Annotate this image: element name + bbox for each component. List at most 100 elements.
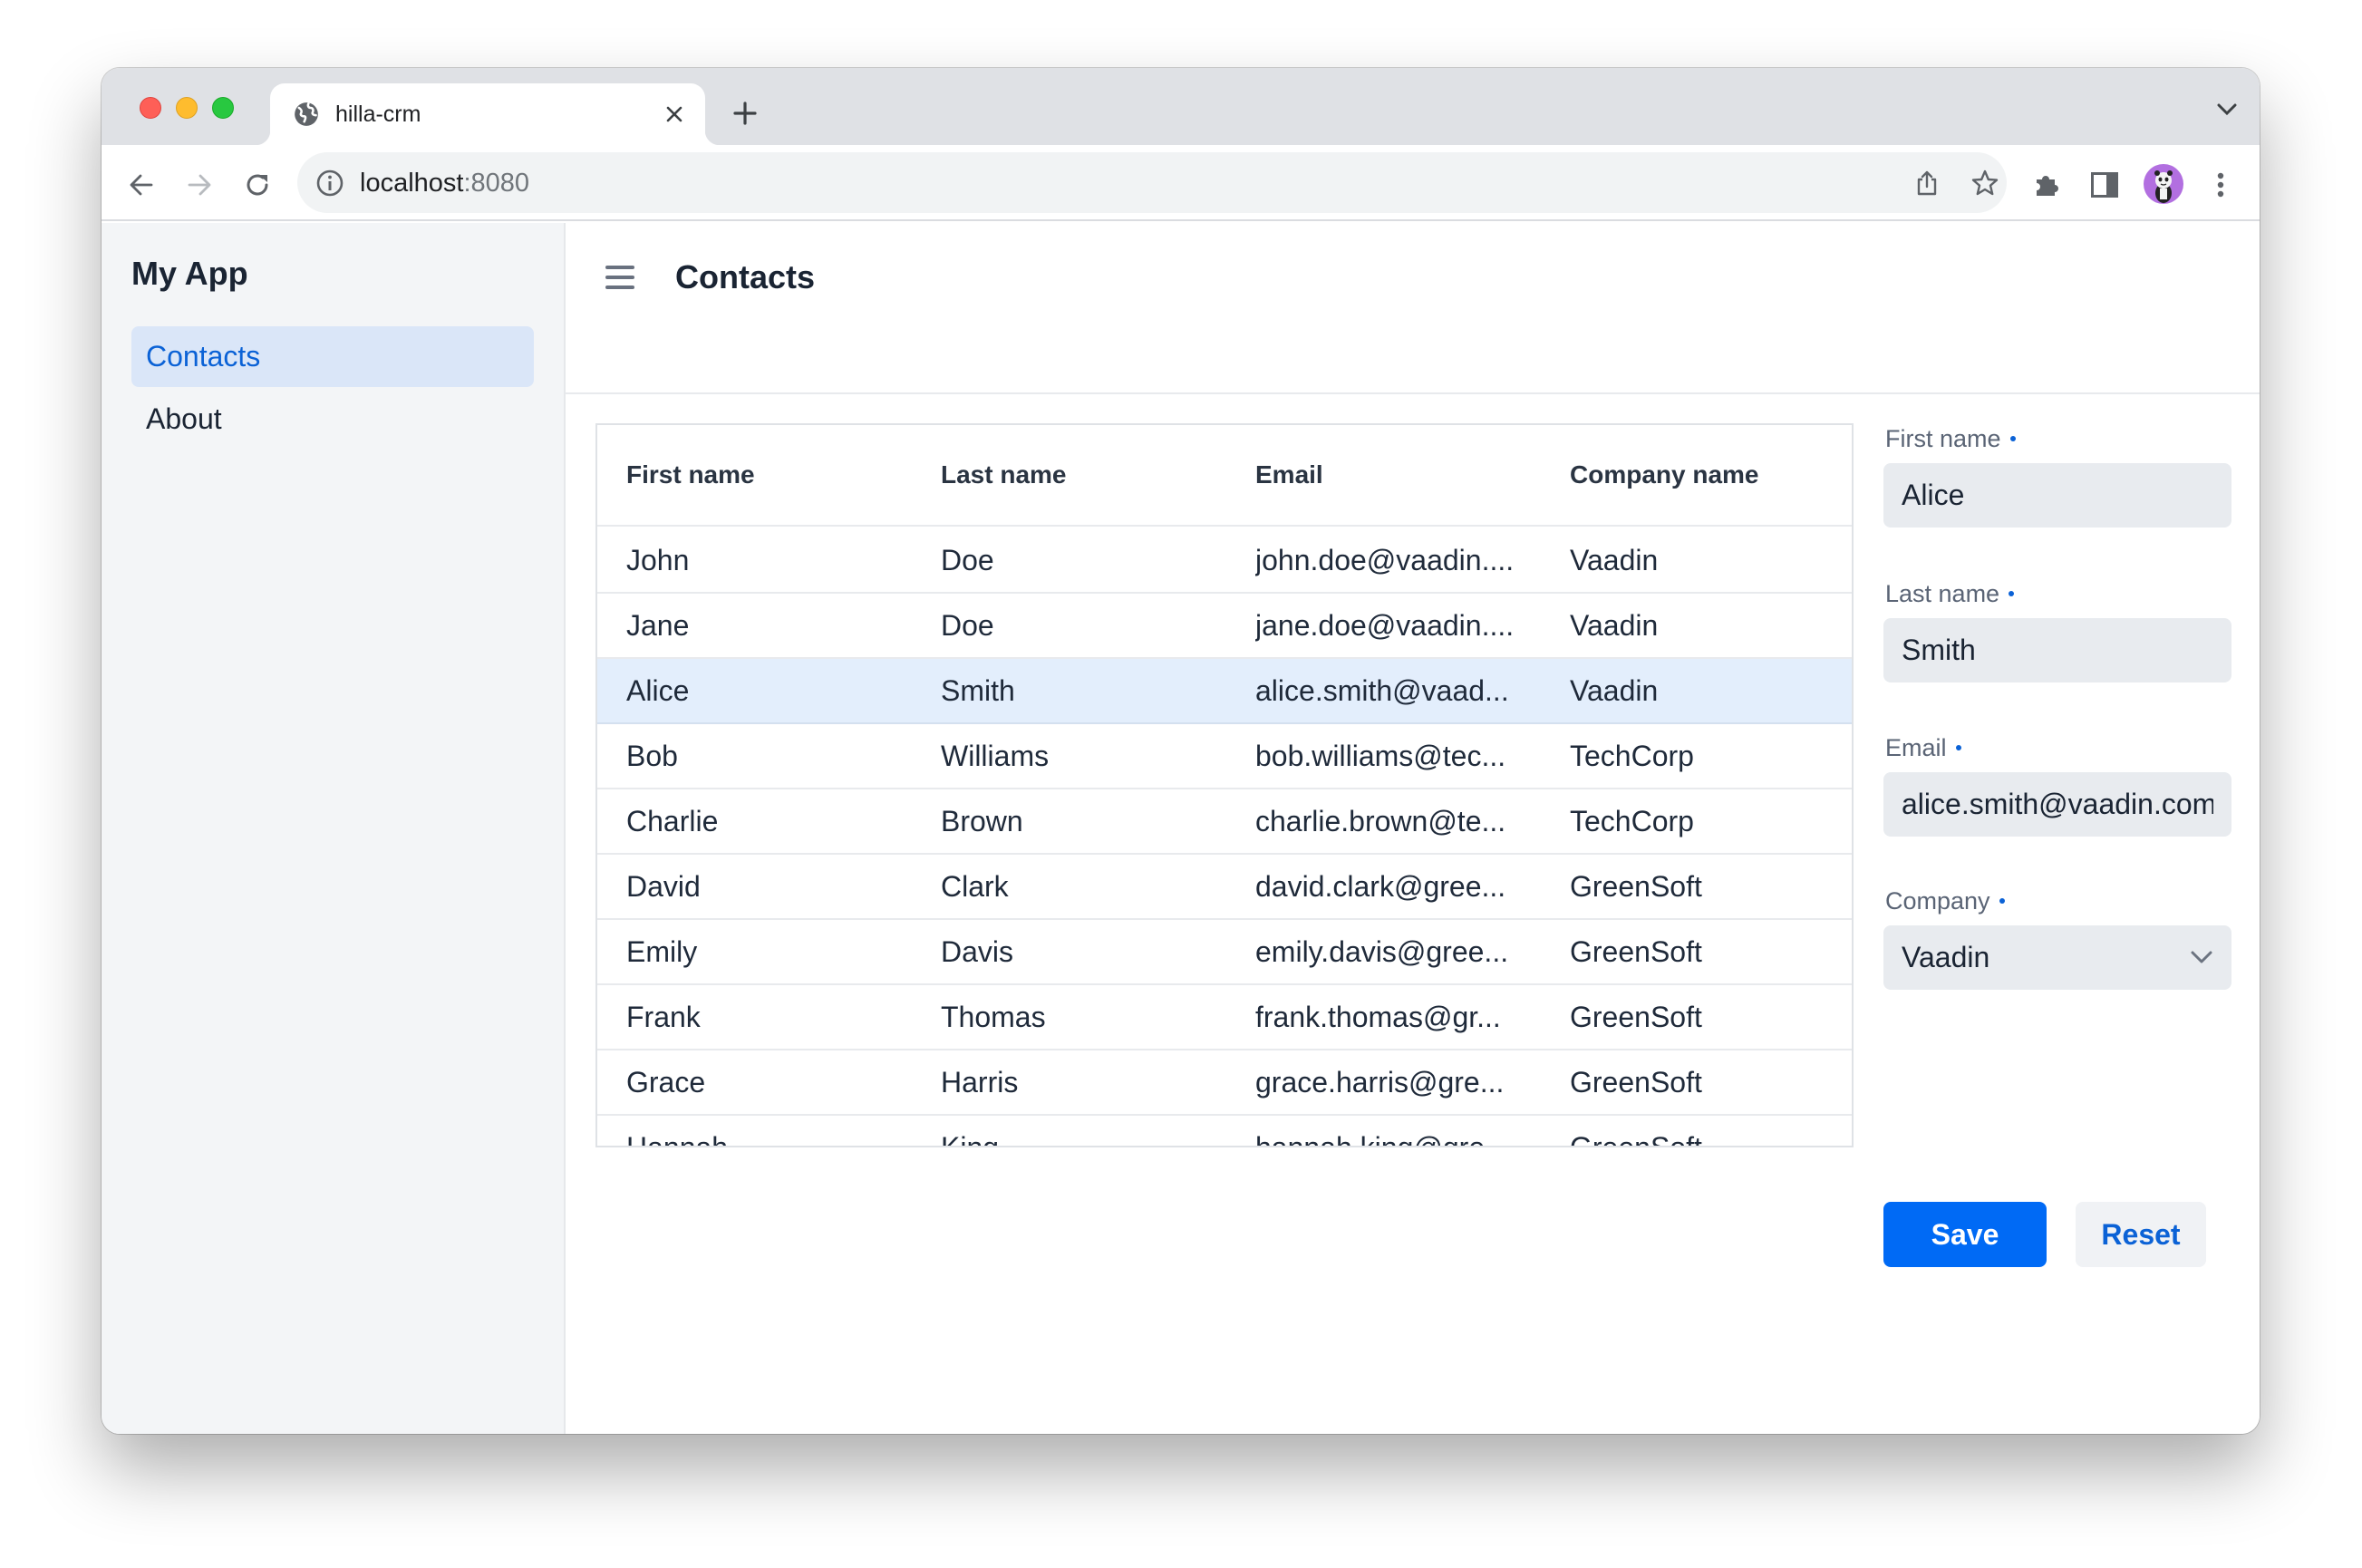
company-cell: GreenSoft <box>1570 934 1702 968</box>
column-header-first-name[interactable]: First name <box>626 425 925 525</box>
forward-icon <box>188 174 211 196</box>
browser-window: hilla-crm localhost:8080 My App Contacts… <box>102 68 2260 1434</box>
email-cell: frank.thomas@gr... <box>1255 1000 1501 1033</box>
sidebar-item-contacts[interactable]: Contacts <box>131 326 534 387</box>
company-cell: Vaadin <box>1570 673 1659 707</box>
browser-tab[interactable]: hilla-crm <box>256 83 720 145</box>
email-cell: jane.doe@vaadin.... <box>1255 608 1515 642</box>
last-name-label-text: Last name <box>1885 580 2000 607</box>
required-indicator <box>1999 897 2005 904</box>
email-label-text: Email <box>1885 734 1947 761</box>
first-name-label-text: First name <box>1885 425 2001 452</box>
company-cell: TechCorp <box>1570 804 1694 837</box>
company-label: Company <box>1885 886 2005 916</box>
close-icon <box>666 106 682 122</box>
reset-button[interactable]: Reset <box>2076 1202 2206 1267</box>
company-cell: GreenSoft <box>1570 1130 1702 1147</box>
table-row[interactable]: John Doe john.doe@vaadin.... Vaadin <box>597 528 1852 594</box>
company-select[interactable]: Vaadin <box>1883 925 2231 990</box>
tab-title: hilla-crm <box>335 102 421 127</box>
company-cell: GreenSoft <box>1570 1000 1702 1033</box>
info-icon <box>316 169 344 197</box>
last-name-cell: Brown <box>941 804 1023 837</box>
last-name-cell: Doe <box>941 608 994 642</box>
first-name-cell: Bob <box>626 739 678 772</box>
hamburger-icon-bar <box>605 276 634 279</box>
back-button[interactable] <box>123 167 160 203</box>
back-icon <box>130 174 153 196</box>
last-name-cell: Thomas <box>941 1000 1046 1033</box>
reload-button[interactable] <box>239 167 276 203</box>
contacts-grid[interactable]: First name Last name Email Company name … <box>595 423 1854 1147</box>
maximize-window-button[interactable] <box>212 97 234 119</box>
table-row[interactable]: David Clark david.clark@gree... GreenSoft <box>597 855 1852 920</box>
app-viewport: My App Contacts About Contacts First nam… <box>102 223 2260 1434</box>
profile-avatar[interactable] <box>2144 164 2183 204</box>
side-panel-icon <box>2091 172 2118 198</box>
chevron-down-icon[interactable] <box>2190 945 2213 969</box>
share-button[interactable] <box>1909 165 1945 201</box>
extensions-icon <box>2037 176 2058 196</box>
first-name-cell: John <box>626 543 690 576</box>
tab-strip: hilla-crm <box>102 68 2260 145</box>
column-header-last-name[interactable]: Last name <box>941 425 1240 525</box>
first-name-cell: Frank <box>626 1000 701 1033</box>
new-tab-button[interactable] <box>729 97 761 130</box>
menu-icon <box>2217 172 2224 198</box>
side-panel-button[interactable] <box>2085 165 2125 205</box>
minimize-window-button[interactable] <box>176 97 198 119</box>
email-cell: david.clark@gree... <box>1255 869 1506 903</box>
url-port: :8080 <box>463 169 530 198</box>
company-cell: TechCorp <box>1570 739 1694 772</box>
last-name-cell: Harris <box>941 1065 1019 1099</box>
table-row[interactable]: Alice Smith alice.smith@vaad... Vaadin <box>597 659 1852 724</box>
first-name-cell: Emily <box>626 934 698 968</box>
last-name-cell: Davis <box>941 934 1014 968</box>
tab-search-button[interactable] <box>2212 95 2241 124</box>
save-button[interactable]: Save <box>1883 1202 2047 1267</box>
first-name-cell: Alice <box>626 673 690 707</box>
bookmark-star-icon <box>1971 169 1999 196</box>
hamburger-icon-bar <box>605 286 634 289</box>
table-row[interactable]: Hannah King hannah.king@gre... GreenSoft <box>597 1116 1852 1147</box>
table-row[interactable]: Emily Davis emily.davis@gree... GreenSoft <box>597 920 1852 985</box>
grid-header-row: First name Last name Email Company name <box>597 425 1852 527</box>
company-cell: GreenSoft <box>1570 1065 1702 1099</box>
last-name-label: Last name <box>1885 578 2015 609</box>
first-name-cell: David <box>626 869 701 903</box>
column-header-company[interactable]: Company name <box>1570 425 1842 525</box>
table-row[interactable]: Charlie Brown charlie.brown@te... TechCorp <box>597 789 1852 855</box>
drawer-toggle-button[interactable] <box>602 259 638 295</box>
bookmark-button[interactable] <box>1967 165 2003 201</box>
extensions-button[interactable] <box>2027 165 2067 205</box>
url-host: localhost <box>360 169 464 198</box>
address-bar[interactable]: localhost:8080 <box>297 152 2007 213</box>
company-cell: Vaadin <box>1570 543 1659 576</box>
first-name-input[interactable] <box>1883 463 2231 528</box>
table-row[interactable]: Frank Thomas frank.thomas@gr... GreenSoft <box>597 985 1852 1050</box>
table-row[interactable]: Bob Williams bob.williams@tec... TechCorp <box>597 724 1852 789</box>
browser-menu-button[interactable] <box>2201 165 2241 205</box>
email-cell: emily.davis@gree... <box>1255 934 1509 968</box>
email-cell: grace.harris@gre... <box>1255 1065 1505 1099</box>
last-name-cell: Smith <box>941 673 1015 707</box>
sidebar: My App Contacts About <box>102 223 566 1434</box>
company-cell: Vaadin <box>1570 608 1659 642</box>
email-cell: john.doe@vaadin.... <box>1255 543 1515 576</box>
last-name-input[interactable] <box>1883 618 2231 682</box>
share-icon <box>1917 170 1937 196</box>
reload-icon <box>247 174 268 196</box>
email-input[interactable] <box>1883 772 2231 837</box>
table-row[interactable]: Grace Harris grace.harris@gre... GreenSoft <box>597 1050 1852 1116</box>
close-tab-button[interactable] <box>660 100 689 129</box>
sidebar-item-about[interactable]: About <box>131 389 534 450</box>
forward-button[interactable] <box>181 167 218 203</box>
chevron-down-icon <box>2217 103 2237 116</box>
close-window-button[interactable] <box>140 97 161 119</box>
company-cell: GreenSoft <box>1570 869 1702 903</box>
email-cell: alice.smith@vaad... <box>1255 673 1509 707</box>
column-header-email[interactable]: Email <box>1255 425 1527 525</box>
url-text[interactable]: localhost:8080 <box>360 168 529 198</box>
table-row[interactable]: Jane Doe jane.doe@vaadin.... Vaadin <box>597 594 1852 659</box>
globe-icon <box>295 102 318 126</box>
